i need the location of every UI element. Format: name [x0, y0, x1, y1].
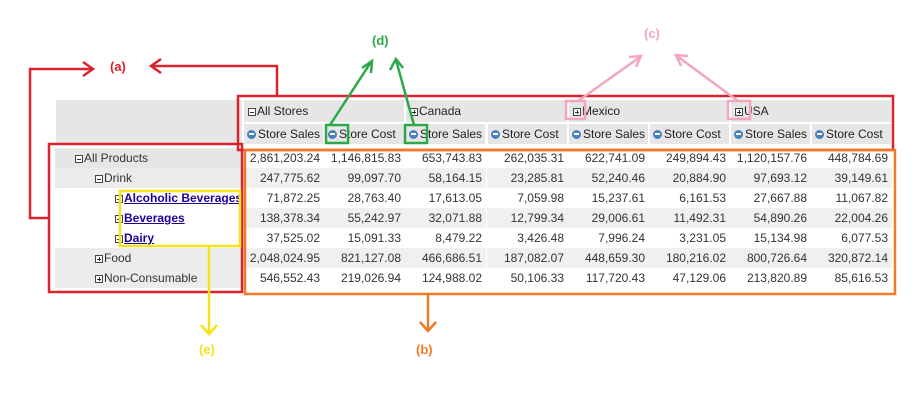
data-cells-frame [243, 148, 897, 296]
row-header-frame [47, 142, 244, 294]
arrow-c-1 [577, 55, 641, 103]
arrow-d-1 [328, 61, 373, 126]
sort-button-frame-1 [324, 123, 350, 145]
arrow-d-2 [394, 59, 416, 126]
label-b: (b) [416, 342, 433, 357]
label-d: (d) [372, 33, 389, 48]
label-a: (a) [110, 59, 126, 74]
usa-toggle-frame [726, 99, 752, 121]
arrow-c-2 [676, 54, 739, 103]
label-c: (c) [644, 26, 660, 41]
mexico-toggle-frame [564, 99, 587, 121]
link-members-frame [118, 189, 242, 248]
sort-button-frame-2 [403, 123, 429, 145]
annotation-overlay [28, 53, 897, 336]
label-e: (e) [199, 342, 215, 357]
arrow-a-right [152, 64, 279, 96]
